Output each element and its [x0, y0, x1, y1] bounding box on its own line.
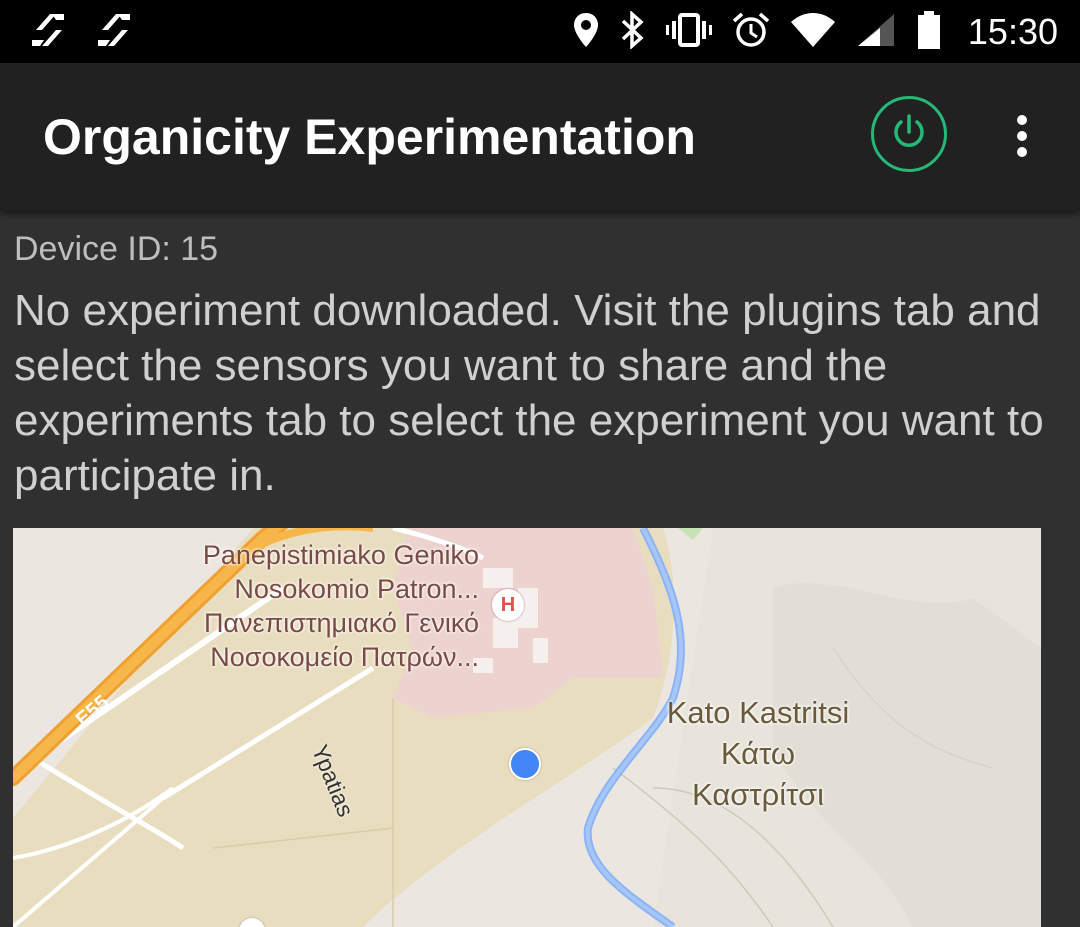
- town-label-line2: Κάτω: [720, 736, 796, 771]
- sync-app-icon: [28, 10, 68, 55]
- map-canvas: [13, 528, 1041, 927]
- power-button[interactable]: [871, 96, 947, 172]
- bluetooth-icon: [620, 9, 646, 54]
- cell-signal-icon: [856, 12, 896, 53]
- my-location-dot: [509, 748, 541, 780]
- overflow-dot: [1017, 147, 1027, 157]
- town-label-line1: Kato Kastritsi: [666, 695, 850, 730]
- status-message: No experiment downloaded. Visit the plug…: [14, 286, 1044, 500]
- vibrate-icon: [665, 11, 712, 54]
- power-icon: [889, 112, 929, 157]
- overflow-dot: [1017, 131, 1027, 141]
- overflow-menu-button[interactable]: [1004, 103, 1040, 169]
- hospital-marker-letter: H: [500, 594, 516, 616]
- status-right-icons: 15:30: [572, 6, 1058, 58]
- status-left-icons: [28, 10, 134, 55]
- battery-icon: [916, 10, 942, 55]
- hospital-label-line1: Panepistimiako Geniko: [202, 540, 479, 570]
- status-time: 15:30: [967, 11, 1058, 52]
- wifi-icon: [790, 12, 836, 53]
- hospital-marker-icon[interactable]: H: [492, 589, 524, 621]
- hospital-label-line3: Πανεπιστημιακό Γενικό: [203, 608, 479, 638]
- hospital-label-line2: Nosokomio Patron...: [234, 574, 479, 604]
- hospital-label-line4: Νοσοκομείο Πατρών...: [210, 642, 479, 672]
- town-label-line3: Καστρίτσι: [692, 777, 824, 812]
- alarm-icon: [732, 11, 770, 54]
- sync-app-icon: [94, 10, 134, 55]
- map-view[interactable]: Panepistimiako Geniko Nosokomio Patron..…: [13, 528, 1041, 927]
- location-icon: [572, 11, 600, 54]
- overflow-dot: [1017, 115, 1027, 125]
- status-bar: 15:30: [0, 0, 1080, 63]
- app-bar: Organicity Experimentation: [0, 63, 1080, 211]
- device-id-text: Device ID: 15: [14, 230, 219, 268]
- town-label: Kato Kastritsi Κάτω Καστρίτσι: [633, 692, 883, 815]
- app-title: Organicity Experimentation: [43, 109, 696, 165]
- hospital-label: Panepistimiako Geniko Nosokomio Patron..…: [173, 538, 479, 674]
